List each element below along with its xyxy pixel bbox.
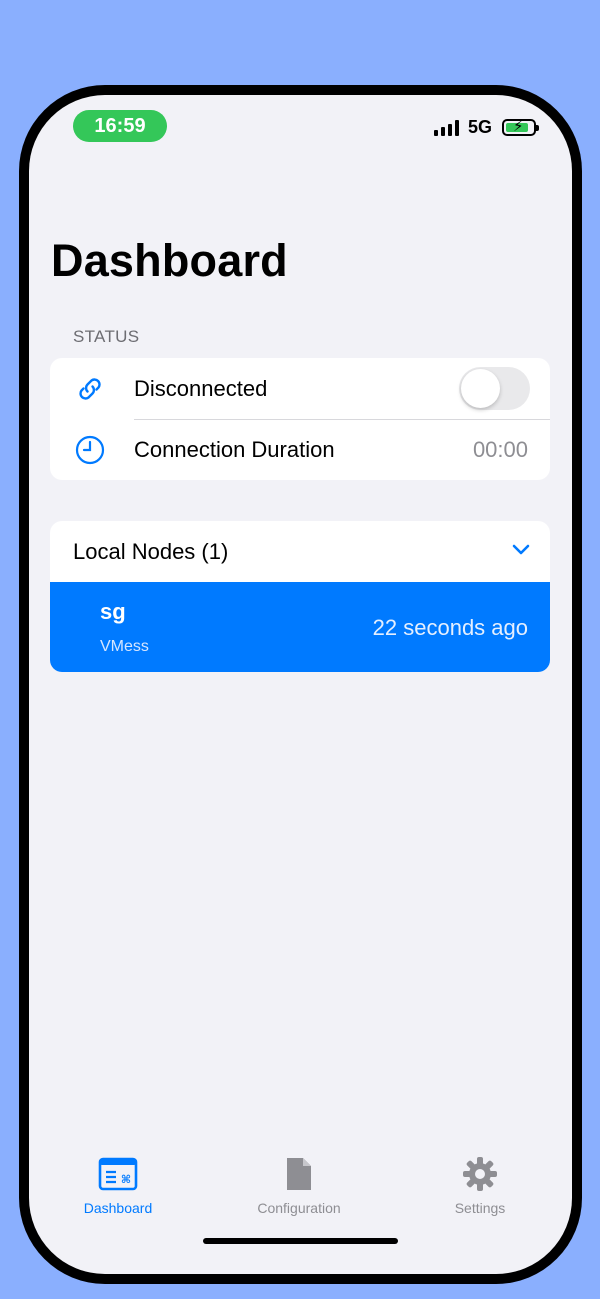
node-updated-time: 22 seconds ago (372, 615, 528, 640)
chevron-down-icon[interactable] (512, 543, 530, 557)
tab-bar: ⌘ Dashboard Configuration Settings (29, 1154, 572, 1274)
dashboard-icon: ⌘ (98, 1157, 138, 1191)
svg-text:⌘: ⌘ (121, 1173, 131, 1186)
tab-configuration-label: Configuration (257, 1200, 341, 1216)
clock-icon (75, 435, 105, 465)
status-bar-time: 16:59 (73, 110, 167, 142)
connection-toggle[interactable] (459, 367, 530, 410)
local-nodes-header[interactable]: Local Nodes (1) (50, 521, 550, 582)
page-title: Dashboard (51, 235, 288, 286)
tab-configuration[interactable]: Configuration (229, 1154, 369, 1216)
link-icon (79, 378, 101, 400)
status-bar-right: 5G ⚡ (433, 117, 539, 138)
toggle-knob (461, 369, 500, 408)
duration-row: Connection Duration 00:00 (50, 419, 550, 480)
tab-dashboard-label: Dashboard (83, 1200, 153, 1216)
status-section-header: STATUS (73, 327, 140, 346)
network-label: 5G (467, 117, 492, 137)
document-icon (287, 1158, 311, 1190)
node-row-sg[interactable]: sg VMess 22 seconds ago (50, 582, 550, 672)
duration-label: Connection Duration (134, 436, 335, 462)
tab-dashboard[interactable]: ⌘ Dashboard (48, 1154, 188, 1216)
tab-settings[interactable]: Settings (410, 1154, 550, 1216)
tab-settings-label: Settings (454, 1200, 506, 1216)
local-nodes-card: Local Nodes (1) sg VMess 22 seconds ago (50, 521, 550, 672)
gear-icon (463, 1157, 497, 1191)
home-indicator[interactable] (203, 1238, 398, 1244)
battery-charging-icon: ⚡ (502, 118, 539, 136)
app-screen: 16:59 5G ⚡ Dashboard STATUS Disconnected… (29, 95, 572, 1274)
connection-status-label: Disconnected (134, 375, 268, 401)
duration-value: 00:00 (472, 436, 528, 462)
node-protocol: VMess (100, 638, 149, 655)
node-name: sg (100, 599, 126, 624)
phone-frame: 16:59 5G ⚡ Dashboard STATUS Disconnected… (19, 85, 582, 1284)
connection-row: Disconnected (50, 358, 550, 419)
status-card: Disconnected Connection Duration 00:00 (50, 358, 550, 480)
signal-icon (433, 119, 459, 136)
local-nodes-title: Local Nodes (1) (73, 539, 229, 564)
